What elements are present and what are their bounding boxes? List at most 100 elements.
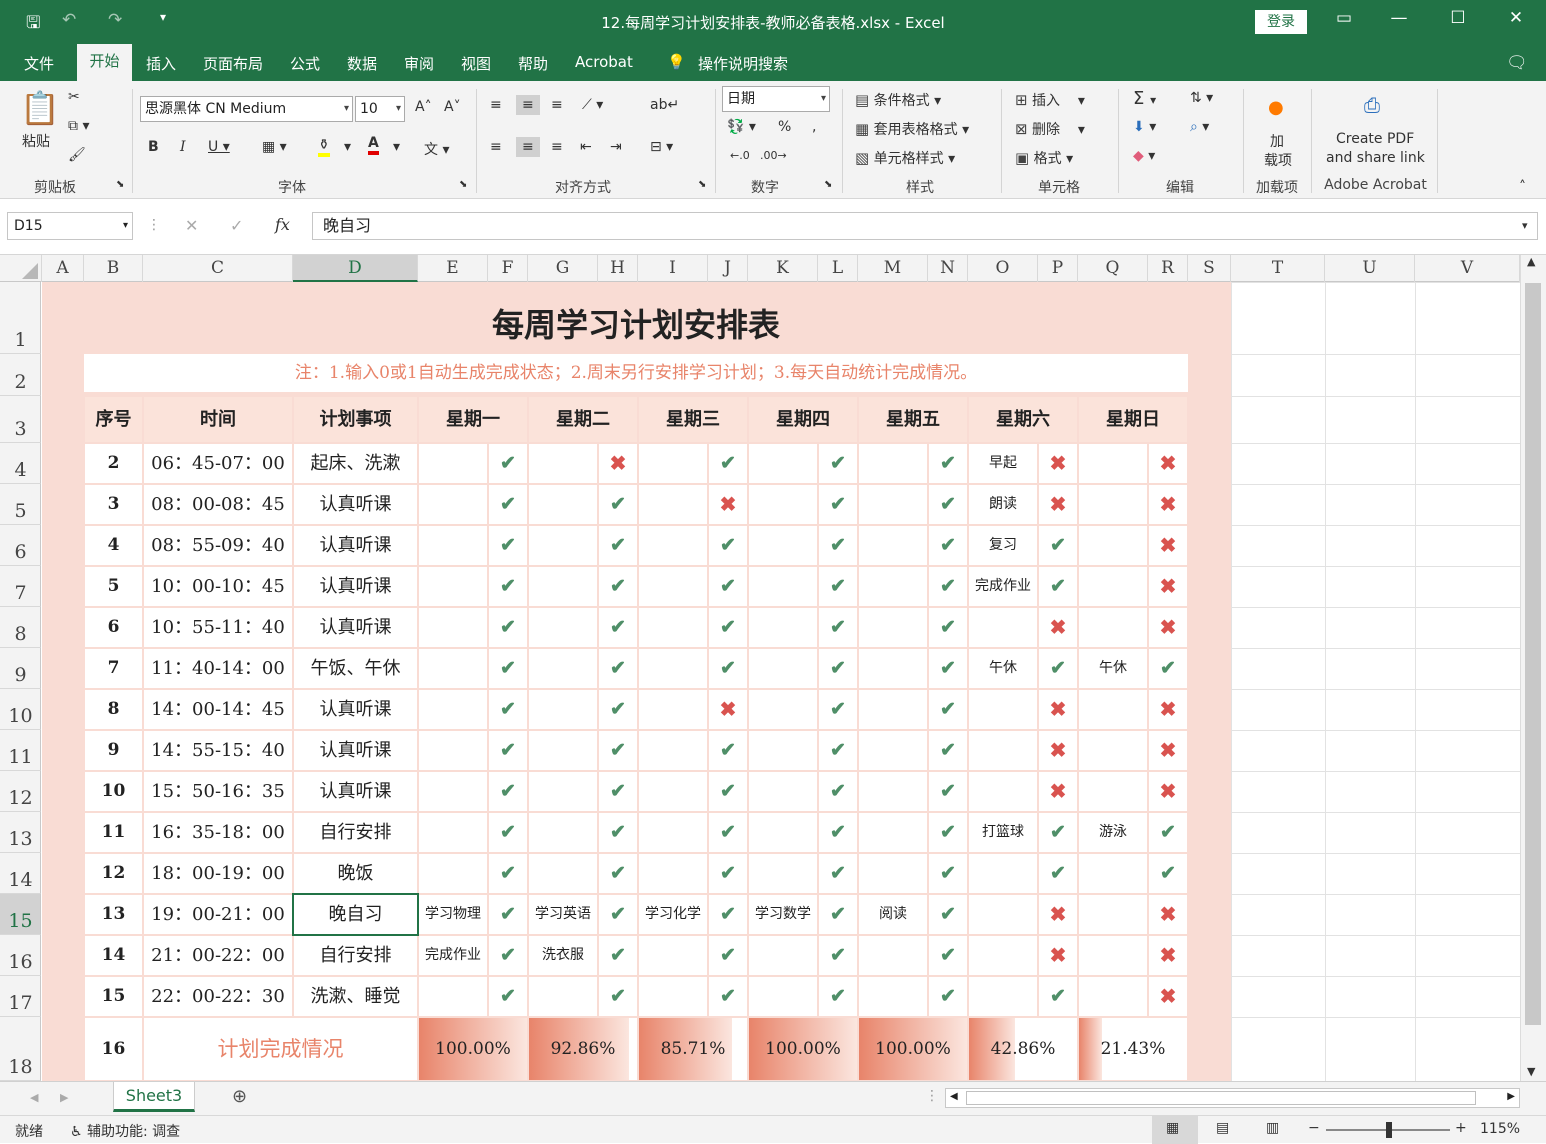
day-task-cell[interactable] — [749, 854, 817, 893]
day-task-cell[interactable] — [1079, 690, 1147, 729]
status-cell[interactable]: ✔ — [1039, 854, 1077, 893]
day-task-cell[interactable] — [749, 977, 817, 1016]
status-cell[interactable]: ✔ — [709, 526, 747, 565]
column-header-m[interactable]: M — [858, 255, 928, 282]
day-task-cell[interactable] — [639, 485, 707, 524]
align-left-icon[interactable]: ≡ — [490, 139, 502, 155]
find-select-icon[interactable]: ⌕ ▾ — [1190, 119, 1209, 135]
status-cell[interactable]: ✖ — [1039, 690, 1077, 729]
day-task-cell[interactable]: 学习数学 — [749, 895, 817, 934]
login-button[interactable]: 登录 — [1255, 10, 1307, 34]
pdf-share-icon[interactable]: ⎙ — [1364, 93, 1380, 117]
row-header-12[interactable]: 12 — [0, 771, 41, 812]
scroll-right-icon[interactable]: ▶ — [1507, 1091, 1515, 1102]
status-cell[interactable]: ✔ — [709, 977, 747, 1016]
plan-item-cell[interactable]: 洗漱、睡觉 — [294, 977, 417, 1016]
tab-data[interactable]: 数据 — [347, 53, 377, 74]
paste-icon[interactable]: 📋 — [20, 89, 60, 127]
day-task-cell[interactable] — [749, 936, 817, 975]
row-header-11[interactable]: 11 — [0, 730, 41, 771]
format-cells-button[interactable]: ▣ 格式 ▾ — [1015, 148, 1073, 168]
status-cell[interactable]: ✖ — [1149, 772, 1187, 811]
day-task-cell[interactable] — [529, 567, 597, 606]
plan-item-cell[interactable]: 认真听课 — [294, 690, 417, 729]
normal-view-icon[interactable]: ▦ — [1166, 1120, 1179, 1136]
day-task-cell[interactable] — [639, 977, 707, 1016]
status-cell[interactable]: ✔ — [709, 936, 747, 975]
day-task-cell[interactable] — [1079, 772, 1147, 811]
status-cell[interactable]: ✖ — [1039, 444, 1077, 483]
zoom-level[interactable]: 115% — [1480, 1121, 1520, 1137]
status-cell[interactable]: ✔ — [1039, 977, 1077, 1016]
status-cell[interactable]: ✔ — [819, 731, 857, 770]
status-cell[interactable]: ✔ — [489, 567, 527, 606]
day-task-cell[interactable] — [419, 567, 487, 606]
day-task-cell[interactable] — [859, 567, 927, 606]
day-task-cell[interactable] — [529, 690, 597, 729]
row-header-3[interactable]: 3 — [0, 396, 41, 443]
row-header-17[interactable]: 17 — [0, 976, 41, 1017]
worksheet-grid[interactable]: ABCDEFGHIJKLMNOPQRSTUV 1 2 3 4 5 6 7 8 9 10 11 12 13… — [0, 255, 1520, 1081]
plan-item-cell[interactable]: 认真听课 — [294, 608, 417, 647]
row-header-14[interactable]: 14 — [0, 853, 41, 894]
status-cell[interactable]: ✖ — [1149, 977, 1187, 1016]
day-task-cell[interactable] — [969, 608, 1037, 647]
status-cell[interactable]: ✔ — [599, 977, 637, 1016]
status-cell[interactable]: ✖ — [1149, 608, 1187, 647]
day-task-cell[interactable]: 午休 — [1079, 649, 1147, 688]
tab-file[interactable]: 文件 — [24, 53, 54, 74]
status-cell[interactable]: ✖ — [1039, 895, 1077, 934]
status-cell[interactable]: ✔ — [819, 690, 857, 729]
day-task-cell[interactable] — [529, 444, 597, 483]
autosum-icon[interactable]: Σ ▾ — [1133, 88, 1156, 109]
orientation-icon[interactable]: ⟋ ▾ — [582, 97, 603, 113]
format-painter-icon[interactable]: 🖌 — [68, 147, 86, 163]
status-cell[interactable]: ✔ — [819, 567, 857, 606]
status-cell[interactable]: ✔ — [929, 772, 967, 811]
column-header-u[interactable]: U — [1325, 255, 1415, 282]
status-cell[interactable]: ✔ — [1149, 649, 1187, 688]
status-cell[interactable]: ✖ — [1149, 526, 1187, 565]
column-header-l[interactable]: L — [818, 255, 858, 282]
fill-color-icon[interactable]: ⚱ — [318, 137, 330, 157]
tab-review[interactable]: 审阅 — [404, 53, 434, 74]
day-task-cell[interactable] — [859, 690, 927, 729]
bold-icon[interactable]: B — [148, 139, 159, 155]
day-task-cell[interactable]: 朗读 — [969, 485, 1037, 524]
horizontal-scroll-thumb[interactable] — [966, 1091, 1476, 1105]
status-cell[interactable]: ✔ — [819, 895, 857, 934]
day-task-cell[interactable] — [859, 649, 927, 688]
day-task-cell[interactable] — [639, 608, 707, 647]
status-cell[interactable]: ✔ — [489, 731, 527, 770]
fill-icon[interactable]: ⬇ ▾ — [1133, 119, 1156, 135]
status-cell[interactable]: ✔ — [1039, 649, 1077, 688]
cancel-icon[interactable]: ✕ — [185, 216, 198, 235]
day-task-cell[interactable] — [969, 936, 1037, 975]
status-cell[interactable]: ✔ — [709, 608, 747, 647]
vertical-scrollbar[interactable]: ▲ ▼ — [1520, 255, 1546, 1081]
status-cell[interactable]: ✔ — [929, 485, 967, 524]
decrease-indent-icon[interactable]: ⇤ — [580, 139, 592, 155]
row-header-2[interactable]: 2 — [0, 354, 41, 396]
plan-item-cell[interactable]: 认真听课 — [294, 772, 417, 811]
status-cell[interactable]: ✔ — [709, 813, 747, 852]
day-task-cell[interactable] — [419, 649, 487, 688]
sheet-tab-sheet3[interactable]: Sheet3 — [113, 1082, 195, 1112]
status-cell[interactable]: ✔ — [929, 567, 967, 606]
day-task-cell[interactable] — [639, 444, 707, 483]
status-cell[interactable]: ✔ — [489, 608, 527, 647]
split-handle-icon[interactable]: ⋮ — [925, 1088, 939, 1104]
day-task-cell[interactable] — [529, 485, 597, 524]
wrap-text-icon[interactable]: ab↵ — [650, 97, 679, 113]
zoom-in-icon[interactable]: + — [1455, 1120, 1467, 1136]
day-task-cell[interactable] — [749, 567, 817, 606]
day-task-cell[interactable] — [1079, 936, 1147, 975]
increase-indent-icon[interactable]: ⇥ — [610, 139, 622, 155]
day-task-cell[interactable]: 完成作业 — [419, 936, 487, 975]
percent-icon[interactable]: % — [778, 119, 791, 135]
plan-item-cell[interactable]: 晚饭 — [294, 854, 417, 893]
row-header-4[interactable]: 4 — [0, 443, 41, 484]
row-header-8[interactable]: 8 — [0, 607, 41, 648]
column-header-o[interactable]: O — [968, 255, 1038, 282]
day-task-cell[interactable]: 阅读 — [859, 895, 927, 934]
